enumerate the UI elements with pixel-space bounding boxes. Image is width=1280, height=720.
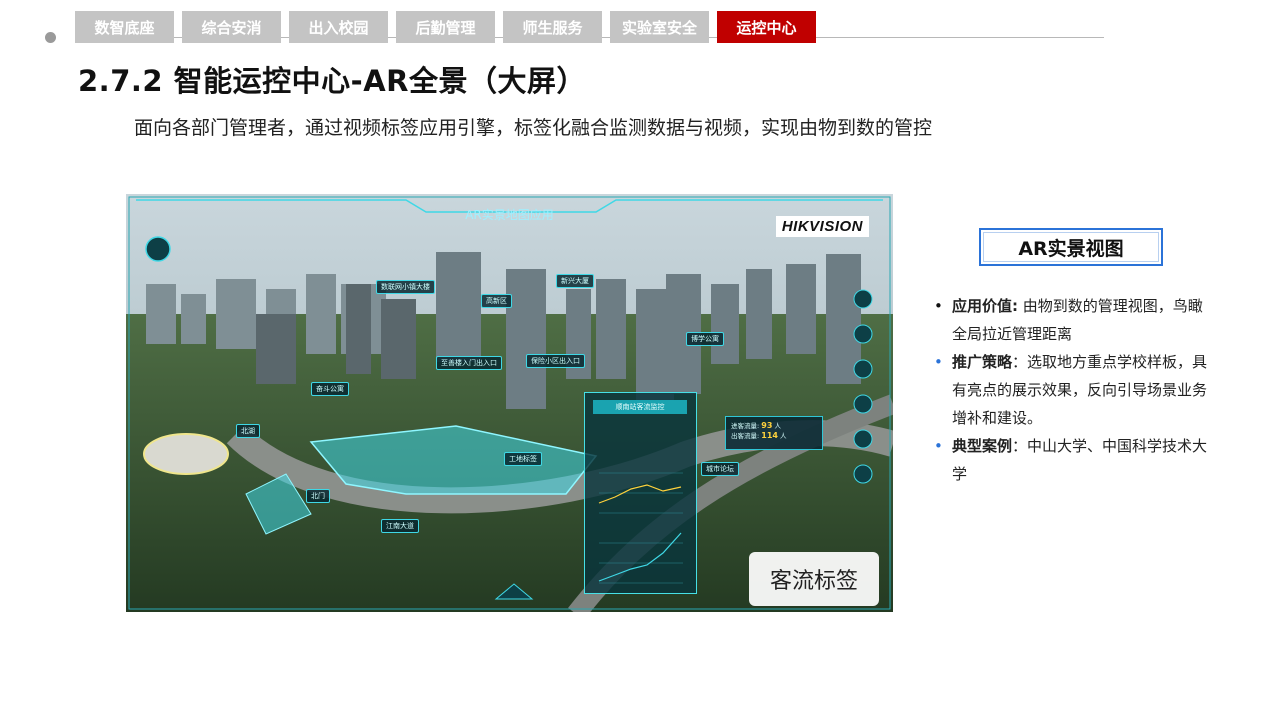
tab-services[interactable]: 师生服务	[503, 11, 602, 43]
stat-label-in: 进客流量	[731, 422, 757, 430]
ar-panorama-screenshot: AR实景地图应用 HIKVISION 数联网小镇大楼 高新区 新兴大厦 北湖 至…	[126, 194, 893, 612]
map-tag[interactable]: 新兴大厦	[556, 274, 594, 288]
stat-unit: 人	[780, 432, 787, 440]
tab-campus-access[interactable]: 出入校园	[289, 11, 388, 43]
tab-logistics[interactable]: 后勤管理	[396, 11, 495, 43]
map-tag[interactable]: 至善楼入门出入口	[436, 356, 502, 370]
tab-security[interactable]: 综合安消	[182, 11, 281, 43]
map-tag[interactable]: 奋斗公寓	[311, 382, 349, 396]
feature-list: 应用价值: 由物到数的管理视图，鸟瞰全局拉近管理距离 推广策略：选取地方重点学校…	[934, 292, 1214, 488]
bullet-dot	[45, 32, 56, 43]
bullet-key: 推广策略	[952, 353, 1013, 371]
section-tabs: 数智底座 综合安消 出入校园 后勤管理 师生服务 实验室安全 运控中心	[75, 11, 816, 44]
tab-data-base[interactable]: 数智底座	[75, 11, 174, 43]
bullet-strategy: 推广策略：选取地方重点学校样板，具有亮点的展示效果，反向引导场景业务增补和建设。	[934, 348, 1214, 432]
tab-lab-safety[interactable]: 实验室安全	[610, 11, 709, 43]
page-subtitle: 面向各部门管理者，通过视频标签应用引擎，标签化融合监测数据与视频，实现由物到数的…	[134, 117, 933, 139]
panel-chart-illustration	[598, 472, 683, 584]
stat-unit: 人	[774, 422, 781, 430]
bullet-key: 典型案例	[952, 437, 1013, 455]
passenger-flow-label: 客流标签	[749, 552, 879, 606]
map-tag[interactable]: 江南大道	[381, 519, 419, 533]
flow-stat-card: 进客流量: 93 人 出客流量: 114 人	[725, 416, 823, 450]
map-tag[interactable]: 工地标签	[504, 452, 542, 466]
tab-operations-center[interactable]: 运控中心	[717, 11, 816, 43]
bullet-value: 应用价值: 由物到数的管理视图，鸟瞰全局拉近管理距离	[934, 292, 1214, 348]
stat-label-out: 出客流量	[731, 432, 757, 440]
hikvision-logo: HIKVISION	[775, 216, 869, 237]
map-tag[interactable]: 数联网小镇大楼	[376, 280, 435, 294]
map-tag[interactable]: 城市论坛	[701, 462, 739, 476]
stat-value-out: 114	[761, 431, 778, 440]
bullet-cases: 典型案例：中山大学、中国科学技术大学	[934, 432, 1214, 488]
map-tag[interactable]: 北门	[306, 489, 330, 503]
page-title: 2.7.2 智能运控中心-AR全景（大屏）	[78, 64, 586, 98]
map-tag[interactable]: 保险小区出入口	[526, 354, 585, 368]
passenger-flow-panel[interactable]: 顺南站客流监控	[584, 392, 697, 594]
map-tag[interactable]: 高新区	[481, 294, 512, 308]
ar-view-heading: AR实景视图	[979, 228, 1163, 266]
map-tag[interactable]: 博学公寓	[686, 332, 724, 346]
stat-value-in: 93	[761, 421, 773, 430]
map-tag[interactable]: 北湖	[236, 424, 260, 438]
bullet-key: 应用价值:	[952, 297, 1018, 315]
city-scene-illustration	[126, 194, 893, 612]
